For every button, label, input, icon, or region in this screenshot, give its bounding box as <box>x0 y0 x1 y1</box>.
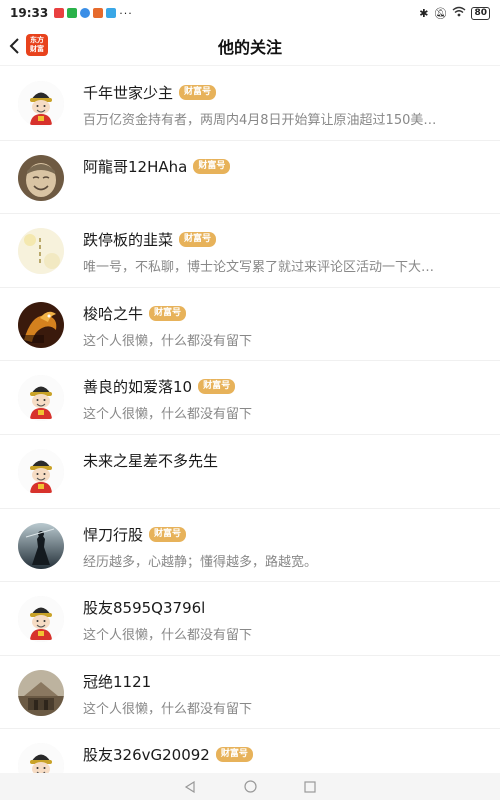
name-line: 冠绝1121 <box>83 671 151 692</box>
logo-line: 东方 <box>30 36 44 44</box>
name-line: 阿龍哥12HAha 财富号 <box>83 156 231 177</box>
avatar[interactable] <box>18 522 64 569</box>
caifuhao-badge: 财富号 <box>198 379 236 395</box>
square-recents-icon <box>304 780 316 793</box>
name-line: 股友8595Q3796l <box>83 597 205 618</box>
triangle-back-icon <box>184 780 195 793</box>
nav-home-button[interactable] <box>243 780 257 794</box>
page-title: 他的关注 <box>217 37 282 57</box>
user-name: 善良的如爱落10 <box>83 378 193 397</box>
avatar[interactable] <box>18 596 64 643</box>
logo-line: 财富 <box>30 45 44 53</box>
user-name: 阿龍哥12HAha <box>83 157 188 176</box>
user-name: 千年世家少主 <box>83 84 174 102</box>
app-notification-icon <box>80 8 91 18</box>
battery-icon: 80 <box>471 6 490 20</box>
caifuhao-badge: 财富号 <box>215 747 253 763</box>
system-icons: ✱ 🔕︎ 80 <box>419 6 490 20</box>
follow-list: 千年世家少主 财富号 百万亿资金持有者，两周内4月8日开始算让原油超过150美… 阿龍… <box>0 67 500 800</box>
name-line: 悍刀行股 财富号 <box>83 524 187 545</box>
follow-list-item[interactable]: 悍刀行股 财富号经历越多，心越静；懂得越多，路越宽。 <box>0 509 500 583</box>
chevron-left-icon <box>9 38 19 54</box>
caifuhao-badge: 财富号 <box>179 232 217 248</box>
name-line: 梭哈之牛 财富号 <box>83 303 187 324</box>
nav-recents-button[interactable] <box>303 780 317 794</box>
user-name: 悍刀行股 <box>83 525 144 544</box>
status-time: 19:33 <box>10 6 49 20</box>
app-logo: 东方 财富 <box>26 34 48 56</box>
notification-icons <box>54 8 117 18</box>
caifuhao-badge: 财富号 <box>149 526 187 542</box>
wifi-icon <box>452 6 466 20</box>
name-line: 未来之星差不多先生 <box>83 450 218 471</box>
follow-list-item[interactable]: 跌停板的韭菜 财富号唯一号，不私聊，博士论文写累了就过来评论区活动一下大… <box>0 214 500 288</box>
follow-list-item[interactable]: 千年世家少主 财富号百万亿资金持有者，两周内4月8日开始算让原油超过150美… <box>0 67 500 141</box>
avatar[interactable] <box>18 669 64 716</box>
avatar[interactable] <box>18 375 64 422</box>
header: 东方 财富 他的关注 <box>0 26 500 66</box>
user-name: 股友326vG20092 <box>83 746 210 765</box>
user-bio: 这个人很懒，什么都没有留下 <box>83 333 253 349</box>
avatar[interactable] <box>18 448 64 495</box>
bluetooth-icon: ✱ <box>419 6 429 20</box>
name-line: 跌停板的韭菜 财富号 <box>83 229 217 250</box>
navigation-bar <box>0 773 500 800</box>
name-line: 善良的如爱落10 财富号 <box>83 376 236 397</box>
follow-list-item[interactable]: 梭哈之牛 财富号这个人很懒，什么都没有留下 <box>0 288 500 362</box>
user-bio: 这个人很懒，什么都没有留下 <box>83 701 253 717</box>
follow-list-item[interactable]: 善良的如爱落10 财富号这个人很懒，什么都没有留下 <box>0 361 500 435</box>
status-bar: 19:33 ··· ✱ 🔕︎ 80 <box>0 0 500 26</box>
avatar[interactable] <box>18 301 64 348</box>
name-line: 股友326vG20092 财富号 <box>83 744 253 765</box>
name-line: 千年世家少主 财富号 <box>83 82 217 103</box>
caifuhao-badge: 财富号 <box>179 85 217 100</box>
user-bio: 经历越多，心越静；懂得越多，路越宽。 <box>83 554 318 570</box>
user-bio: 这个人很懒，什么都没有留下 <box>83 407 253 423</box>
mute-icon: 🔕︎ <box>433 6 448 20</box>
caifuhao-badge: 财富号 <box>193 158 231 174</box>
app-notification-icon <box>106 8 117 18</box>
app-notification-icon <box>93 8 104 18</box>
follow-list-item[interactable]: 冠绝1121 这个人很懒，什么都没有留下 <box>0 656 500 730</box>
avatar[interactable] <box>18 154 64 201</box>
wechat-icon <box>67 8 78 18</box>
avatar[interactable] <box>18 228 64 275</box>
user-name: 冠绝1121 <box>83 672 152 691</box>
user-name: 跌停板的韭菜 <box>83 231 174 250</box>
more-notifications-icon: ··· <box>119 6 133 20</box>
nav-back-button[interactable] <box>183 780 197 794</box>
circle-home-icon <box>243 780 257 793</box>
user-name: 股友8595Q3796l <box>83 599 206 618</box>
follow-list-item[interactable]: 未来之星差不多先生 <box>0 435 500 509</box>
avatar[interactable] <box>18 81 64 127</box>
user-bio: 百万亿资金持有者，两周内4月8日开始算让原油超过150美… <box>83 113 437 128</box>
user-name: 梭哈之牛 <box>83 304 144 323</box>
user-name: 未来之星差不多先生 <box>83 451 219 470</box>
back-button[interactable] <box>6 36 24 56</box>
follow-list-item[interactable]: 股友8595Q3796l 这个人很懒，什么都没有留下 <box>0 582 500 656</box>
app-notification-icon <box>54 8 65 18</box>
user-bio: 唯一号，不私聊，博士论文写累了就过来评论区活动一下大… <box>83 260 435 276</box>
follow-list-item[interactable]: 阿龍哥12HAha 财富号 <box>0 141 500 215</box>
user-bio: 这个人很懒，什么都没有留下 <box>83 628 253 644</box>
caifuhao-badge: 财富号 <box>149 305 187 321</box>
